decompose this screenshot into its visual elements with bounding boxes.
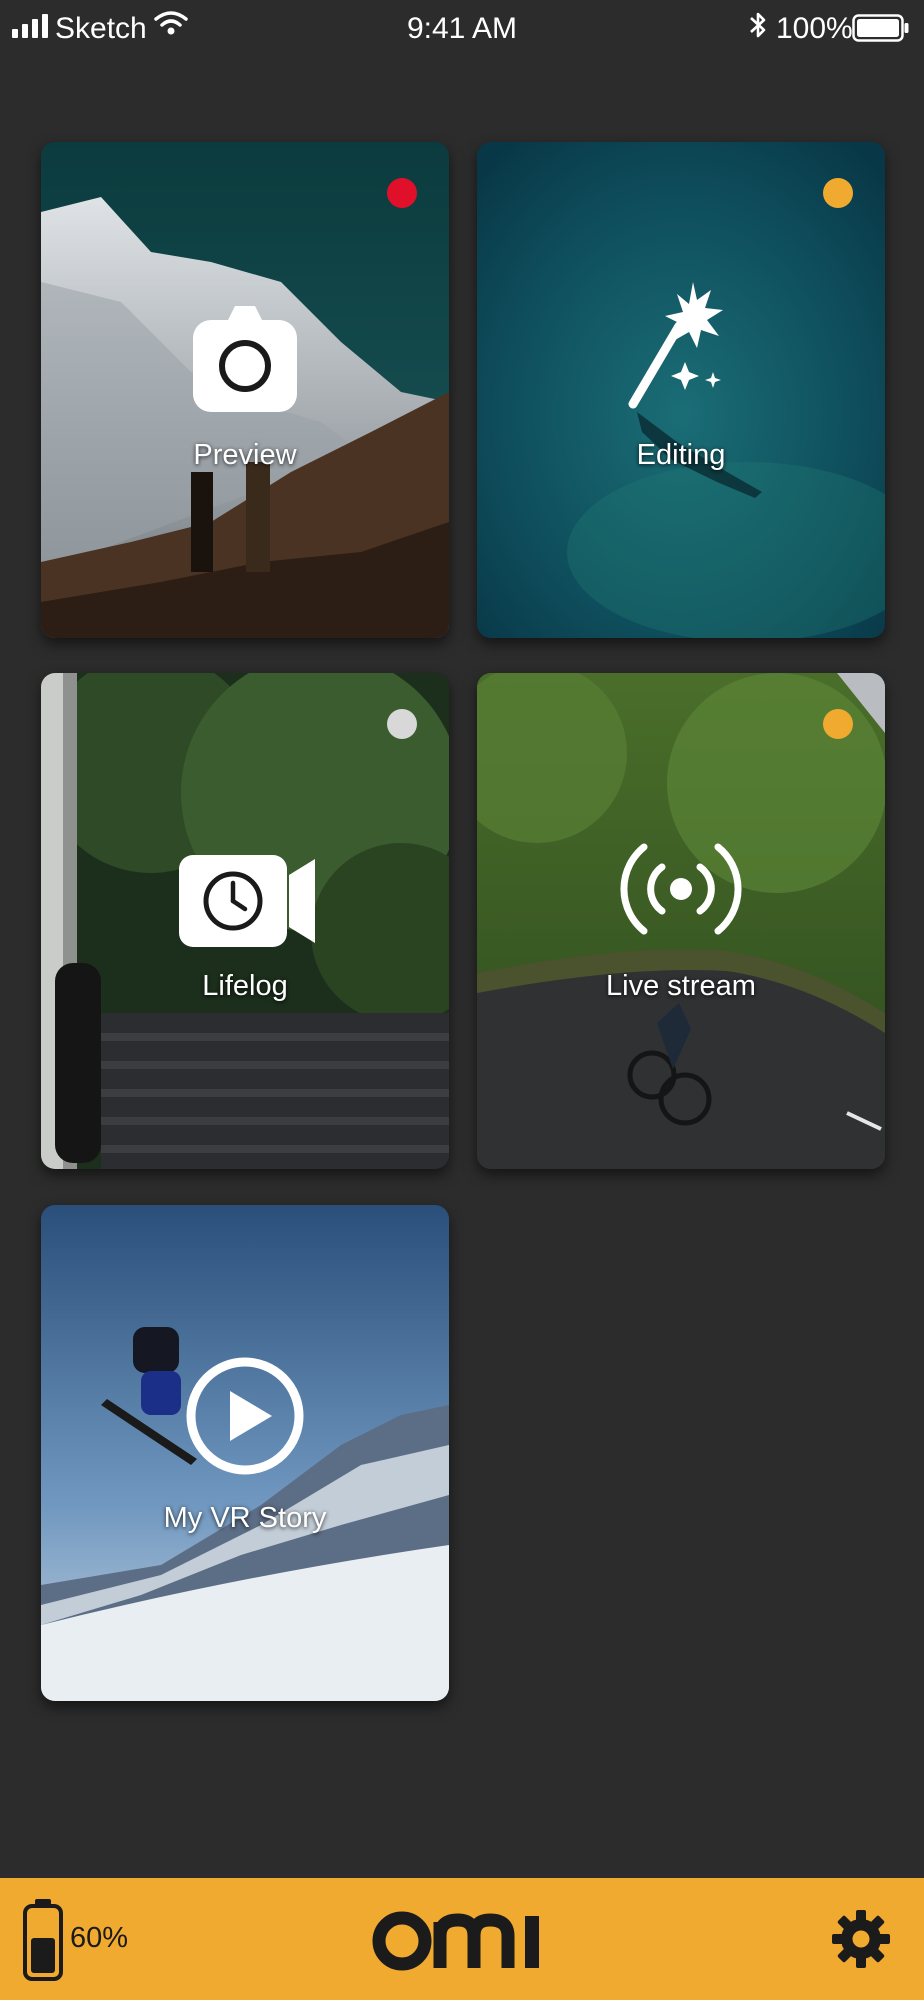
status-dot [387, 709, 417, 739]
camera-icon [193, 306, 297, 412]
camera-battery-icon [23, 1899, 63, 1981]
status-bar: Sketch 9:41 AM 100% [0, 0, 924, 60]
magic-wand-icon [628, 282, 723, 409]
omi-logo [372, 1911, 539, 1971]
battery-percentage: 100% [776, 12, 853, 45]
tile-label: Editing [636, 439, 726, 471]
bluetooth-icon [750, 12, 766, 38]
timelapse-video-icon [179, 855, 315, 947]
camera-battery-level: 60% [70, 1922, 129, 1954]
tile-label: Preview [193, 439, 297, 471]
tile-label: Live stream [606, 970, 756, 1002]
lifelog-tile[interactable]: Lifelog [41, 673, 449, 1169]
editing-tile[interactable]: Editing [477, 142, 885, 638]
tile-label: Lifelog [202, 970, 288, 1002]
my-vr-story-tile[interactable]: My VR Story [41, 1205, 449, 1701]
gear-icon[interactable] [830, 1908, 892, 1970]
broadcast-icon [620, 843, 742, 935]
status-dot [387, 178, 417, 208]
battery-icon [852, 14, 909, 42]
live-stream-tile[interactable]: Live stream [477, 673, 885, 1169]
bottom-bar: 60% [0, 1878, 924, 2000]
status-dot [823, 178, 853, 208]
preview-tile[interactable]: Preview [41, 142, 449, 638]
status-dot [823, 709, 853, 739]
play-icon [186, 1357, 304, 1475]
tile-label: My VR Story [163, 1502, 327, 1534]
